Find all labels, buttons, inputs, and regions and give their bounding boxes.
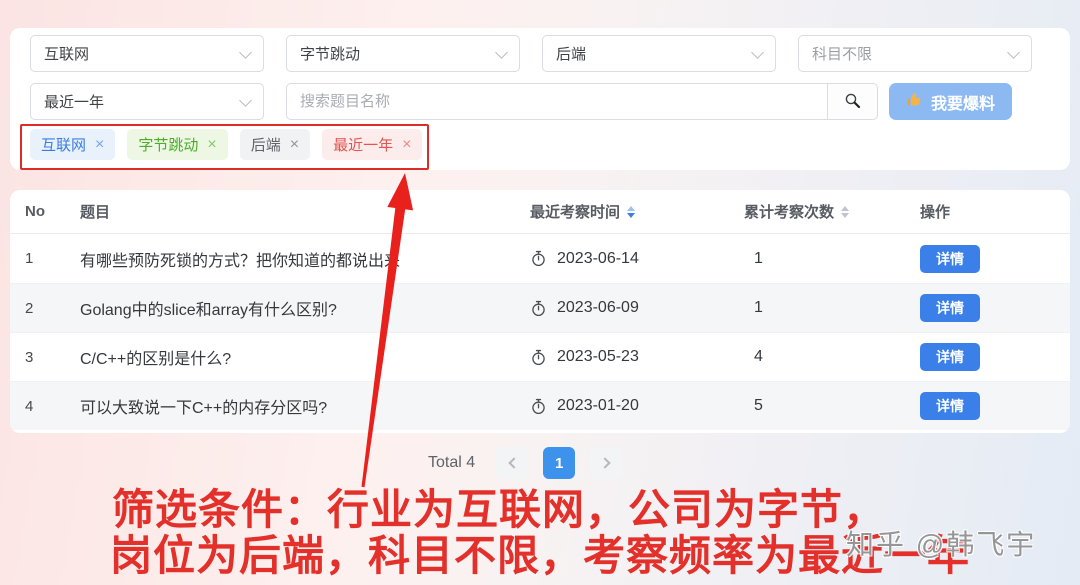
thumbs-up-icon <box>906 91 923 113</box>
row-index: 4 <box>25 398 80 415</box>
exam-count: 1 <box>744 250 920 268</box>
position-select-value: 后端 <box>556 43 586 64</box>
annotation-text-line1: 筛选条件：行业为互联网，公司为字节， <box>112 489 886 531</box>
subject-select-value: 科目不限 <box>812 43 872 64</box>
question-text: 可以大致说一下C++的内存分区吗? <box>80 394 530 418</box>
stopwatch-icon <box>530 349 547 366</box>
exam-date-cell: 2023-01-20 <box>530 397 744 415</box>
exam-count: 1 <box>744 299 920 317</box>
column-header-question: 题目 <box>80 201 530 222</box>
industry-select-value: 互联网 <box>44 43 89 64</box>
next-page-button[interactable] <box>590 447 622 479</box>
detail-button[interactable]: 详情 <box>920 245 980 273</box>
filter-tag-label: 字节跳动 <box>138 134 198 155</box>
pagination: Total 4 1 <box>428 447 622 479</box>
filter-tag: 字节跳动 × <box>127 129 227 160</box>
chevron-down-icon <box>239 94 252 107</box>
company-select-value: 字节跳动 <box>300 43 360 64</box>
search-input[interactable] <box>286 83 827 120</box>
stopwatch-icon <box>530 300 547 317</box>
prev-page-button[interactable] <box>496 447 528 479</box>
time-range-select[interactable]: 最近一年 <box>30 83 264 120</box>
column-header-action: 操作 <box>920 201 1070 222</box>
table-body: 1 有哪些预防死锁的方式？把你知道的都说出来 2023-06-14 1 详情 2… <box>10 234 1070 430</box>
watermark: 知乎 @韩飞宇 <box>846 523 1036 563</box>
detail-button[interactable]: 详情 <box>920 392 980 420</box>
chevron-down-icon <box>495 46 508 59</box>
search-icon <box>844 92 861 112</box>
close-icon[interactable]: × <box>95 137 104 153</box>
annotation-text-line2: 岗位为后端，科目不限，考察频率为最近一年 <box>110 535 970 577</box>
chevron-down-icon <box>1007 46 1020 59</box>
table-header: No 题目 最近考察时间 累计考察次数 操作 <box>10 190 1070 234</box>
row-index: 2 <box>25 300 80 317</box>
position-select[interactable]: 后端 <box>542 35 776 72</box>
sort-icon[interactable] <box>627 206 635 218</box>
filter-tag: 最近一年 × <box>322 129 422 160</box>
exam-count: 4 <box>744 348 920 366</box>
row-index: 1 <box>25 250 80 267</box>
filter-tag-label: 最近一年 <box>333 134 393 155</box>
table-row: 1 有哪些预防死锁的方式？把你知道的都说出来 2023-06-14 1 详情 <box>10 234 1070 283</box>
company-select[interactable]: 字节跳动 <box>286 35 520 72</box>
exam-date: 2023-05-23 <box>557 348 639 366</box>
close-icon[interactable]: × <box>207 137 216 153</box>
report-button[interactable]: 我要爆料 <box>889 83 1012 120</box>
page-1-button[interactable]: 1 <box>543 447 575 479</box>
close-icon[interactable]: × <box>402 137 411 153</box>
stopwatch-icon <box>530 398 547 415</box>
exam-date: 2023-01-20 <box>557 397 639 415</box>
search-button[interactable] <box>827 83 878 120</box>
exam-date-cell: 2023-05-23 <box>530 348 744 366</box>
filter-tags: 互联网 × 字节跳动 × 后端 × 最近一年 × <box>30 129 422 160</box>
time-range-select-value: 最近一年 <box>44 91 104 112</box>
exam-date: 2023-06-09 <box>557 299 639 317</box>
detail-button[interactable]: 详情 <box>920 294 980 322</box>
column-header-no: No <box>25 203 80 220</box>
question-text: 有哪些预防死锁的方式？把你知道的都说出来 <box>80 247 530 271</box>
filter-tag-label: 后端 <box>251 134 281 155</box>
subject-select[interactable]: 科目不限 <box>798 35 1032 72</box>
filter-tag: 后端 × <box>240 129 310 160</box>
exam-date: 2023-06-14 <box>557 250 639 268</box>
detail-button[interactable]: 详情 <box>920 343 980 371</box>
filter-tag-label: 互联网 <box>41 134 86 155</box>
exam-date-cell: 2023-06-14 <box>530 250 744 268</box>
question-text: Golang中的slice和array有什么区别? <box>80 296 530 320</box>
column-header-recent-date[interactable]: 最近考察时间 <box>530 201 744 222</box>
filter-panel: 互联网 字节跳动 后端 科目不限 最近一年 我要爆料 <box>10 28 1070 170</box>
table-row: 3 C/C++的区别是什么? 2023-05-23 4 详情 <box>10 332 1070 381</box>
industry-select[interactable]: 互联网 <box>30 35 264 72</box>
report-button-label: 我要爆料 <box>931 90 995 114</box>
chevron-right-icon <box>599 457 610 468</box>
exam-date-cell: 2023-06-09 <box>530 299 744 317</box>
table-row: 4 可以大致说一下C++的内存分区吗? 2023-01-20 5 详情 <box>10 381 1070 430</box>
chevron-down-icon <box>751 46 764 59</box>
chevron-left-icon <box>508 457 519 468</box>
chevron-down-icon <box>239 46 252 59</box>
close-icon[interactable]: × <box>290 137 299 153</box>
table-row: 2 Golang中的slice和array有什么区别? 2023-06-09 1… <box>10 283 1070 332</box>
row-index: 3 <box>25 349 80 366</box>
question-text: C/C++的区别是什么? <box>80 345 530 369</box>
column-header-total-count[interactable]: 累计考察次数 <box>744 201 920 222</box>
sort-icon[interactable] <box>841 206 849 218</box>
stopwatch-icon <box>530 250 547 267</box>
filter-tag: 互联网 × <box>30 129 115 160</box>
pagination-total: Total 4 <box>428 454 475 472</box>
exam-count: 5 <box>744 397 920 415</box>
question-table: No 题目 最近考察时间 累计考察次数 操作 1 有哪些预防死锁的方式？把你知道… <box>10 190 1070 433</box>
